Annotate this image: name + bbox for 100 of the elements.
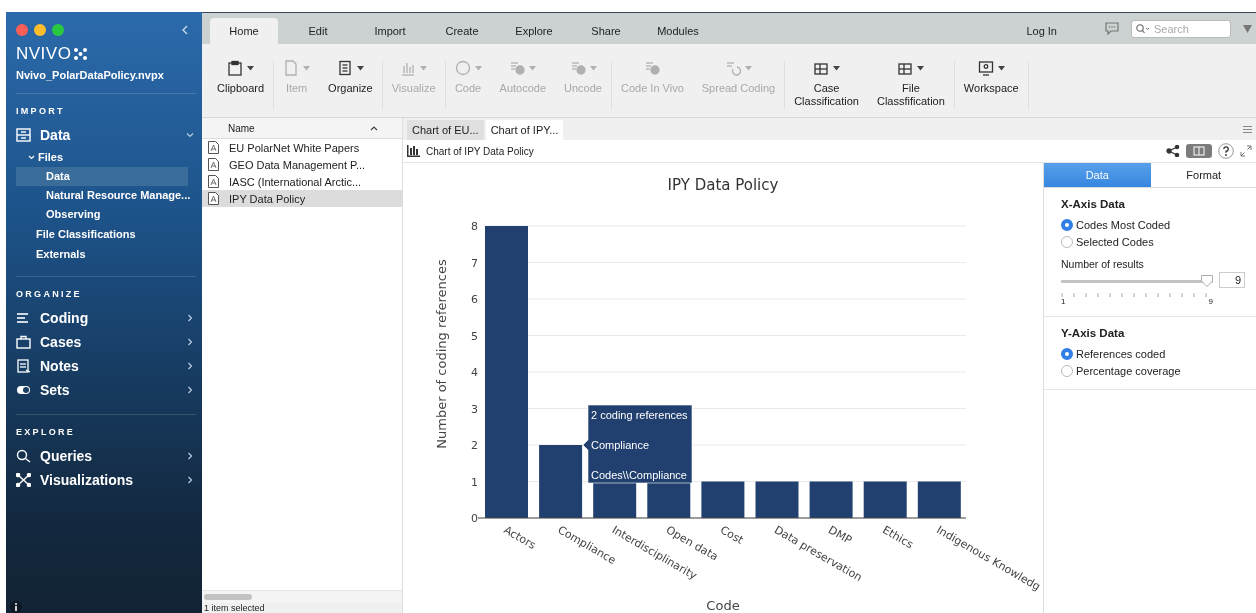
axis-tick-label: 5 xyxy=(471,329,478,343)
document-tab[interactable]: Chart of IPY... xyxy=(485,120,564,140)
axis-tick-label: 7 xyxy=(471,256,478,270)
axis-tick-label: 2 xyxy=(471,439,478,452)
file-row[interactable]: IASC (International Arctic... xyxy=(202,173,402,190)
radio-button[interactable] xyxy=(1061,218,1073,231)
tree-item[interactable]: File Classifications xyxy=(16,224,196,244)
radio-label: Codes Most Coded xyxy=(1076,218,1171,231)
briefcase-icon xyxy=(16,335,31,349)
document-icon xyxy=(283,60,300,76)
radio-option[interactable]: Selected Codes xyxy=(1061,233,1245,250)
comment-icon[interactable] xyxy=(1105,22,1119,35)
expand-icon[interactable] xyxy=(1240,145,1252,157)
sidebar-item[interactable]: Notes xyxy=(16,354,196,378)
circle-icon xyxy=(454,60,471,76)
y-axis-title: Number of coding references xyxy=(434,259,449,449)
caret-icon xyxy=(356,65,364,71)
axis-tick-label: 4 xyxy=(471,366,478,379)
chevron-right-icon xyxy=(186,386,194,394)
sort-up-icon[interactable] xyxy=(370,125,378,131)
radio-button[interactable] xyxy=(1061,235,1073,248)
ribbon-button[interactable]: Organize xyxy=(319,59,382,95)
tree-item[interactable]: Data xyxy=(16,167,188,186)
ribbon-tab[interactable]: Home xyxy=(210,18,278,44)
bar-chart-icon xyxy=(400,60,417,76)
document-title: Chart of IPY Data Policy xyxy=(426,145,534,157)
ribbon-tab[interactable]: Explore xyxy=(498,18,570,44)
ribbon-tab[interactable]: Edit xyxy=(282,18,354,44)
tree-item[interactable]: Observing xyxy=(16,205,196,224)
chevron-left-icon[interactable] xyxy=(182,25,188,35)
radio-option[interactable]: Percentage coverage xyxy=(1061,362,1245,379)
document-tab[interactable]: Chart of EU... xyxy=(407,120,484,140)
file-row[interactable]: EU PolarNet White Papers xyxy=(202,139,402,156)
caret-icon xyxy=(529,65,537,71)
magnifier-icon xyxy=(16,449,31,463)
menu-icon[interactable] xyxy=(1243,125,1252,133)
slider-thumb[interactable] xyxy=(1201,275,1213,287)
ribbon-button[interactable]: File Classfification xyxy=(867,59,954,108)
share-icon[interactable] xyxy=(1166,145,1180,157)
sidebar-item-label: Notes xyxy=(40,358,79,374)
tooltip-text: Compliance xyxy=(591,439,650,451)
category-label: DMP xyxy=(826,523,854,547)
axis-tick-label: 0 xyxy=(471,512,478,525)
zoom-window-icon[interactable] xyxy=(52,24,64,36)
sidebar-item[interactable]: Coding xyxy=(16,306,196,330)
ribbon-tab[interactable]: Import xyxy=(354,18,426,44)
chart-bar[interactable] xyxy=(539,445,583,518)
sidebar-item[interactable]: Sets xyxy=(16,378,196,402)
info-icon[interactable] xyxy=(10,601,22,613)
search-field[interactable]: Search xyxy=(1131,19,1231,38)
file-row[interactable]: GEO Data Management P... xyxy=(202,156,402,173)
dropdown-icon[interactable] xyxy=(1243,24,1252,33)
radio-option[interactable]: Codes Most Coded xyxy=(1061,216,1245,233)
ribbon-tab[interactable]: Modules xyxy=(642,18,714,44)
radio-label: Percentage coverage xyxy=(1076,364,1181,377)
ribbon-button[interactable]: Clipboard xyxy=(208,59,274,95)
tree-item[interactable]: Externals xyxy=(16,244,196,264)
lines-icon xyxy=(16,311,31,325)
sidebar-item-label: Data xyxy=(40,127,71,143)
radio-option[interactable]: References coded xyxy=(1061,345,1245,362)
radio-button[interactable] xyxy=(1061,364,1073,377)
status-text: 1 item selected xyxy=(202,603,402,613)
login-button[interactable]: Log In xyxy=(1026,18,1057,44)
slider-max-label: 9 xyxy=(1208,297,1213,306)
tree-item[interactable]: Natural Resource Manage... xyxy=(16,186,196,205)
sidebar-item-label: Queries xyxy=(40,448,93,464)
axis-tick-label: 6 xyxy=(471,293,478,306)
tooltip-text: Codes\\Compliance xyxy=(591,469,687,481)
section-heading: X-Axis Data xyxy=(1061,198,1126,210)
project-name: Nvivo_PolarDataPolicy.nvpx xyxy=(16,69,165,81)
ribbon-button[interactable]: Case Classification xyxy=(785,59,868,108)
panel-toggle-icon[interactable] xyxy=(1186,144,1212,158)
dots-logo-icon xyxy=(73,47,90,61)
tree-item[interactable]: Files xyxy=(16,147,196,167)
caret-icon xyxy=(744,65,752,71)
section-heading: EXPLORE xyxy=(16,427,77,437)
radio-label: Selected Codes xyxy=(1076,235,1154,248)
ribbon-tab[interactable]: Create xyxy=(426,18,498,44)
help-icon[interactable] xyxy=(1218,143,1234,159)
ribbon-button[interactable]: Workspace xyxy=(954,59,1028,95)
sidebar-item[interactable]: Data xyxy=(16,123,196,147)
chart-title: IPY Data Policy xyxy=(667,176,779,194)
toggle-icon xyxy=(16,383,31,397)
ribbon-tab[interactable]: Share xyxy=(570,18,642,44)
axis-tick-label: 8 xyxy=(471,220,478,233)
monitor-icon xyxy=(977,60,994,76)
radio-button[interactable] xyxy=(1061,347,1073,360)
sidebar-item[interactable]: Cases xyxy=(16,330,196,354)
sidebar-item-label: Cases xyxy=(40,334,82,350)
number-field[interactable]: 9 xyxy=(1219,272,1245,288)
sidebar-item[interactable]: Queries xyxy=(16,444,196,468)
sidebar-item[interactable]: Visualizations xyxy=(16,468,196,492)
slider-min-label: 1 xyxy=(1061,297,1066,306)
scrollbar-thumb[interactable] xyxy=(204,594,252,600)
list-icon xyxy=(336,60,353,76)
sidebar-item-label: Coding xyxy=(40,310,89,326)
panel-tab[interactable]: Format xyxy=(1150,163,1256,187)
file-row[interactable]: IPY Data Policy xyxy=(202,190,402,207)
category-label: Cost xyxy=(717,523,746,547)
minimize-window-icon[interactable] xyxy=(34,24,46,36)
